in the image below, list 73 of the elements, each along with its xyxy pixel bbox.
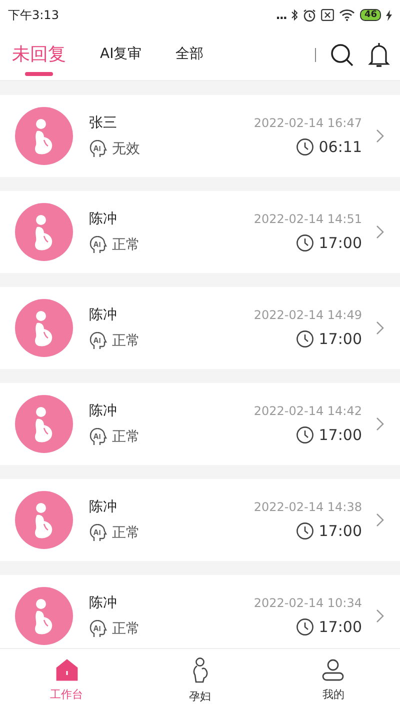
chevron-right-icon [376,417,384,431]
pregnant-figure-icon [190,656,209,682]
ai-head-icon [89,620,107,638]
ai-head-icon [89,236,107,254]
home-icon [56,658,78,680]
clock-icon [296,330,314,348]
record-datetime: 2022-02-14 16:47 [254,116,362,130]
patient-name: 陈冲 [89,498,118,516]
nav-item[interactable]: 孕妇 [133,649,267,711]
battery-level: 46 [360,9,381,21]
pregnant-avatar-icon [15,395,73,453]
record-card[interactable]: 陈冲 正常 2022-02-14 10:34 17:00 [0,575,400,648]
ai-result: 正常 [112,236,140,254]
record-duration: 17:00 [318,330,362,348]
ai-head-icon [89,332,107,350]
ai-result: 正常 [112,620,140,638]
patient-name: 陈冲 [89,594,118,612]
pregnant-avatar-icon [15,491,73,549]
chevron-right-icon [376,129,384,143]
record-duration: 17:00 [318,234,362,252]
ai-result: 正常 [112,428,140,446]
clock-icon [296,426,314,444]
charging-icon [386,10,392,20]
patient-name: 张三 [89,114,118,132]
nav-item[interactable]: 我的 [266,649,400,711]
record-card[interactable]: 陈冲 正常 2022-02-14 14:42 17:00 [0,383,400,465]
record-card[interactable]: 张三 无效 2022-02-14 16:47 06:11 [0,95,400,177]
pregnant-avatar-icon [15,299,73,357]
clock-icon [296,618,314,636]
patient-name: 陈冲 [89,402,118,420]
filter-tab[interactable]: 未回复 [8,36,70,74]
pregnant-avatar-icon [15,203,73,261]
record-datetime: 2022-02-14 14:51 [254,212,362,226]
alarm-icon [303,8,316,22]
nav-item[interactable]: 工作台 [0,649,134,711]
record-card[interactable]: 陈冲 正常 2022-02-14 14:51 17:00 [0,191,400,273]
bluetooth-icon [291,9,298,21]
record-datetime: 2022-02-14 10:34 [254,596,362,610]
search-icon[interactable] [330,43,354,67]
patient-name: 陈冲 [89,306,118,324]
ai-result: 无效 [112,140,140,158]
patient-name: 陈冲 [89,210,118,228]
record-duration: 06:11 [318,138,362,156]
clock-icon [296,522,314,540]
chevron-right-icon [376,513,384,527]
filter-tab[interactable]: AI复审 [96,39,146,71]
more-dots: ... [276,8,286,22]
record-datetime: 2022-02-14 14:49 [254,308,362,322]
ai-result: 正常 [112,332,140,350]
record-datetime: 2022-02-14 14:42 [254,404,362,418]
user-icon [322,658,344,680]
ai-head-icon [89,140,107,158]
pregnant-avatar-icon [15,107,73,165]
sim-icon [321,9,334,21]
pregnant-avatar-icon [15,587,73,645]
record-datetime: 2022-02-14 14:38 [254,500,362,514]
record-duration: 17:00 [318,618,362,636]
chevron-right-icon [376,225,384,239]
bell-icon[interactable] [368,42,390,68]
record-duration: 17:00 [318,426,362,444]
record-duration: 17:00 [318,522,362,540]
filter-tab[interactable]: 全部 [172,39,208,71]
wifi-icon [339,9,356,21]
ai-result: 正常 [112,524,140,542]
clock-icon [296,138,314,156]
record-card[interactable]: 陈冲 正常 2022-02-14 14:38 17:00 [0,479,400,561]
status-time: 下午3:13 [8,6,59,24]
record-card[interactable]: 陈冲 正常 2022-02-14 14:49 17:00 [0,287,400,369]
ai-head-icon [89,428,107,446]
chevron-right-icon [376,609,384,623]
ai-head-icon [89,524,107,542]
chevron-right-icon [376,321,384,335]
clock-icon [296,234,314,252]
